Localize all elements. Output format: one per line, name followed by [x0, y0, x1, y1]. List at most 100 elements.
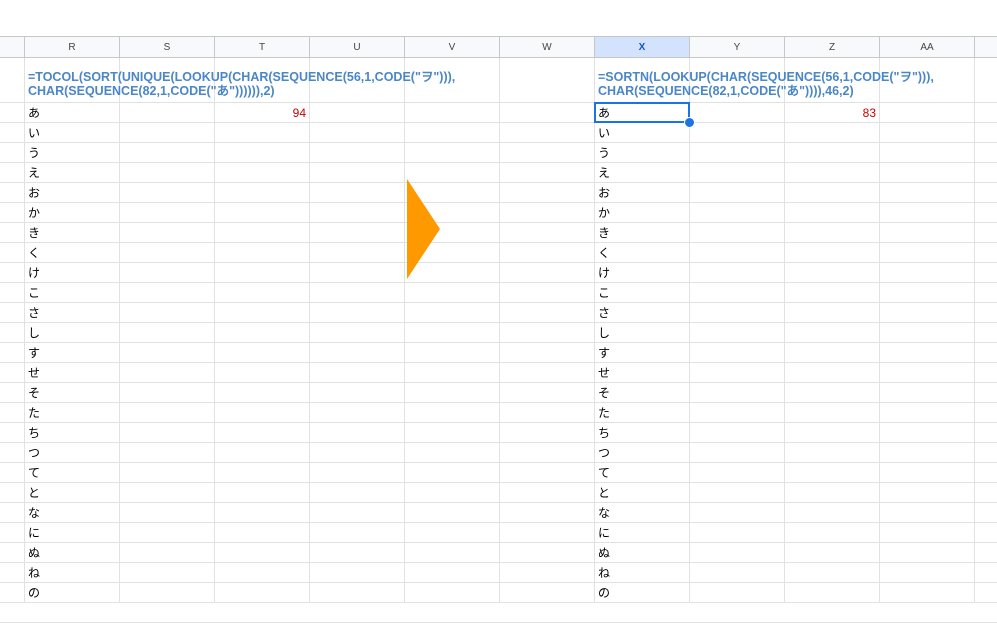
- grid-line: [24, 58, 25, 602]
- right-formula-line-1[interactable]: =SORTN(LOOKUP(CHAR(SEQUENCE(56,1,CODE("ヲ…: [598, 71, 934, 84]
- kana-cell[interactable]: け: [28, 263, 40, 283]
- grid-line: [0, 242, 997, 243]
- kana-cell[interactable]: か: [598, 203, 610, 223]
- kana-cell[interactable]: な: [598, 503, 610, 523]
- kana-cell[interactable]: と: [598, 483, 610, 503]
- kana-cell[interactable]: ぬ: [598, 543, 610, 563]
- kana-cell[interactable]: さ: [28, 303, 40, 323]
- kana-cell[interactable]: と: [28, 483, 40, 503]
- kana-cell[interactable]: す: [598, 343, 610, 363]
- kana-cell[interactable]: そ: [598, 383, 610, 403]
- left-formula-line-2[interactable]: CHAR(SEQUENCE(82,1,CODE("あ")))))),2): [28, 85, 275, 98]
- kana-cell[interactable]: せ: [598, 363, 610, 383]
- grid-line: [0, 442, 997, 443]
- kana-cell[interactable]: ね: [28, 563, 40, 583]
- kana-cell[interactable]: い: [598, 123, 610, 143]
- grid-line: [404, 58, 405, 602]
- kana-cell[interactable]: く: [598, 243, 610, 263]
- kana-cell[interactable]: ち: [28, 423, 40, 443]
- grid-line: [689, 58, 690, 602]
- kana-cell[interactable]: う: [598, 143, 610, 163]
- column-header-ab[interactable]: [975, 36, 997, 58]
- kana-cell[interactable]: い: [28, 123, 40, 143]
- grid-line: [0, 582, 997, 583]
- kana-cell[interactable]: て: [28, 463, 40, 483]
- grid-line: [0, 342, 997, 343]
- right-count-cell[interactable]: 83: [785, 103, 876, 123]
- grid-line: [0, 542, 997, 543]
- row-header-corner[interactable]: [0, 36, 25, 58]
- kana-cell[interactable]: き: [28, 223, 40, 243]
- kana-cell[interactable]: く: [28, 243, 40, 263]
- fill-handle[interactable]: [684, 117, 695, 128]
- kana-cell[interactable]: し: [28, 323, 40, 343]
- grid-line: [0, 462, 997, 463]
- kana-cell[interactable]: た: [28, 403, 40, 423]
- grid-line: [879, 58, 880, 602]
- kana-cell[interactable]: す: [28, 343, 40, 363]
- kana-cell[interactable]: て: [598, 463, 610, 483]
- column-header-v[interactable]: V: [405, 36, 500, 58]
- column-header-u[interactable]: U: [310, 36, 405, 58]
- grid-line: [0, 222, 997, 223]
- kana-cell[interactable]: つ: [598, 443, 610, 463]
- kana-cell[interactable]: ね: [598, 563, 610, 583]
- kana-cell[interactable]: そ: [28, 383, 40, 403]
- right-formula-line-2[interactable]: CHAR(SEQUENCE(82,1,CODE("あ")))),46,2): [598, 85, 854, 98]
- kana-cell[interactable]: え: [28, 163, 40, 183]
- kana-cell[interactable]: お: [598, 183, 610, 203]
- grid-line: [0, 522, 997, 523]
- column-header-t[interactable]: T: [215, 36, 310, 58]
- grid-line: [119, 58, 120, 602]
- arrow-shape: [407, 179, 440, 279]
- grid-line: [0, 502, 997, 503]
- kana-cell[interactable]: ち: [598, 423, 610, 443]
- grid-line: [0, 482, 997, 483]
- kana-cell[interactable]: こ: [598, 283, 610, 303]
- column-header-z[interactable]: Z: [785, 36, 880, 58]
- kana-cell[interactable]: さ: [598, 303, 610, 323]
- grid-line: [0, 382, 997, 383]
- grid-line: [0, 602, 997, 603]
- grid-line: [0, 422, 997, 423]
- grid-line: [214, 58, 215, 602]
- kana-cell[interactable]: の: [28, 583, 40, 603]
- grid-line: [0, 262, 997, 263]
- left-count-cell[interactable]: 94: [215, 103, 306, 123]
- cell-selection-box[interactable]: [594, 102, 690, 123]
- kana-cell[interactable]: つ: [28, 443, 40, 463]
- grid-line: [974, 58, 975, 602]
- column-header-y[interactable]: Y: [690, 36, 785, 58]
- kana-cell[interactable]: か: [28, 203, 40, 223]
- kana-cell[interactable]: け: [598, 263, 610, 283]
- grid-line: [0, 182, 997, 183]
- grid-line: [0, 562, 997, 563]
- column-header-w[interactable]: W: [500, 36, 595, 58]
- kana-cell[interactable]: せ: [28, 363, 40, 383]
- grid-line: [0, 402, 997, 403]
- kana-cell[interactable]: あ: [28, 103, 40, 123]
- kana-cell[interactable]: き: [598, 223, 610, 243]
- column-header-r[interactable]: R: [25, 36, 120, 58]
- grid-line: [0, 362, 997, 363]
- grid-line: [0, 322, 997, 323]
- grid-line: [309, 58, 310, 602]
- left-formula-line-1[interactable]: =TOCOL(SORT(UNIQUE(LOOKUP(CHAR(SEQUENCE(…: [28, 71, 455, 84]
- kana-cell[interactable]: こ: [28, 283, 40, 303]
- spreadsheet-grid[interactable]: R S T U V W X Y Z AA =TOCOL(SORT(UNIQUE(…: [0, 36, 997, 623]
- column-header-aa[interactable]: AA: [880, 36, 975, 58]
- kana-cell[interactable]: の: [598, 583, 610, 603]
- kana-cell[interactable]: う: [28, 143, 40, 163]
- kana-cell[interactable]: に: [28, 523, 40, 543]
- column-header-x[interactable]: X: [595, 36, 690, 58]
- kana-cell[interactable]: た: [598, 403, 610, 423]
- kana-cell[interactable]: ぬ: [28, 543, 40, 563]
- kana-cell[interactable]: し: [598, 323, 610, 343]
- kana-cell[interactable]: え: [598, 163, 610, 183]
- arrow-right-icon: [407, 179, 440, 279]
- kana-cell[interactable]: な: [28, 503, 40, 523]
- column-header-s[interactable]: S: [120, 36, 215, 58]
- kana-cell[interactable]: お: [28, 183, 40, 203]
- grid-line: [0, 162, 997, 163]
- kana-cell[interactable]: に: [598, 523, 610, 543]
